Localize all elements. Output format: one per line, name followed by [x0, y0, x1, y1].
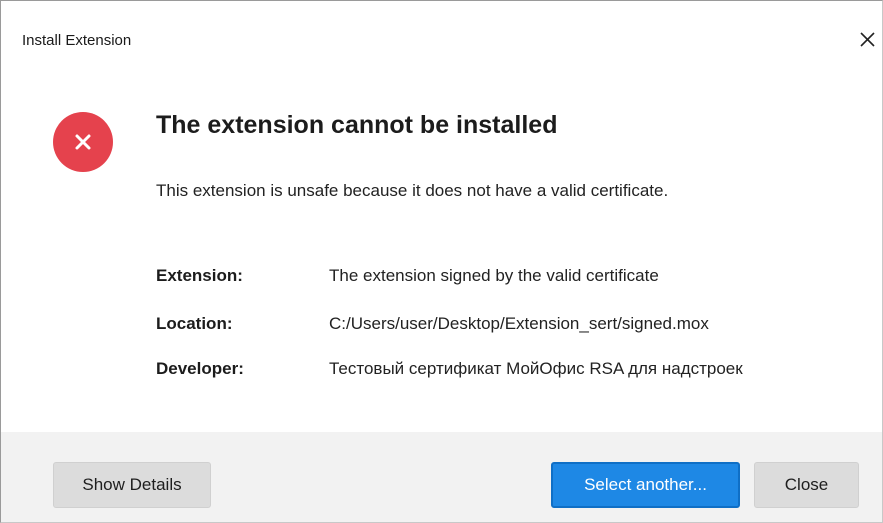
developer-value: Тестовый сертификат МойОфис RSA для надс…: [329, 359, 743, 378]
close-button[interactable]: Close: [754, 462, 859, 508]
show-details-button[interactable]: Show Details: [53, 462, 211, 508]
location-label: Location:: [156, 314, 233, 333]
dialog-content: The extension cannot be installed This e…: [1, 55, 882, 432]
extension-label: Extension:: [156, 266, 243, 285]
select-another-button[interactable]: Select another...: [551, 462, 740, 508]
error-circle-x-icon: [52, 111, 114, 173]
close-icon[interactable]: [854, 25, 882, 53]
location-value: C:/Users/user/Desktop/Extension_sert/sig…: [329, 314, 709, 333]
error-message: This extension is unsafe because it does…: [156, 181, 669, 200]
dialog-footer: Show Details Select another... Close: [1, 432, 882, 522]
extension-value: The extension signed by the valid certif…: [329, 266, 659, 285]
window-title: Install Extension: [22, 32, 132, 49]
title-bar: Install Extension: [1, 1, 882, 55]
install-extension-dialog: Install Extension The extension cannot b…: [0, 0, 883, 523]
developer-label: Developer:: [156, 359, 244, 378]
error-heading: The extension cannot be installed: [156, 111, 558, 139]
